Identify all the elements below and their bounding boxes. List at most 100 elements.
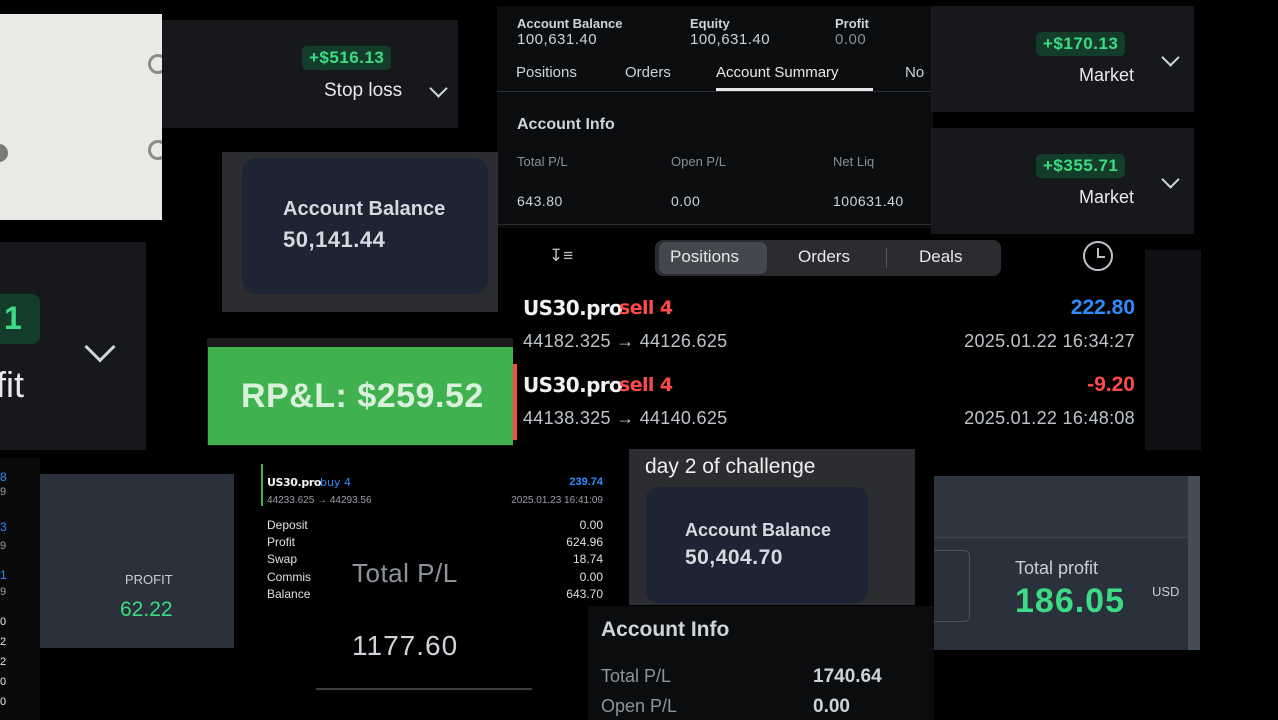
account-info-2-total-label: Total P/L [601, 666, 672, 686]
rpl-banner-text: RP&L: $259.52 [241, 377, 484, 415]
market-1-amount-badge: +$170.13 [1036, 32, 1126, 56]
history-row-label: Balance [267, 587, 311, 601]
balance-card-1-frame: Account Balance 50,141.44 [222, 152, 498, 312]
history-row-value: 0.00 [579, 570, 603, 584]
market-card-1[interactable]: +$170.13 Market [931, 6, 1194, 112]
section-title: Account Info [517, 116, 615, 133]
trade-time: 2025.01.22 16:48:08 [964, 408, 1135, 428]
total-profit-card: Total profit 186.05 USD [934, 476, 1200, 650]
trade-row[interactable]: US30.pro sell 4 44138.325 → 44140.625 -9… [513, 364, 1145, 440]
balance-card-1-value: 50,141.44 [283, 227, 386, 252]
account-info-2-total-value: 1740.64 [813, 666, 882, 687]
total-profit-input-frame [934, 550, 970, 622]
trade-side: sell 4 [619, 374, 673, 396]
chevron-down-icon[interactable] [429, 79, 448, 98]
history-row-label: Swap [267, 552, 298, 566]
stoploss-amount: +$516.13 [302, 46, 392, 70]
challenge-caption: day 2 of challenge [645, 455, 816, 478]
total-profit-label: Total profit [1015, 558, 1099, 578]
stoploss-amount-badge: +$516.13 [302, 46, 392, 70]
chevron-down-icon[interactable] [1161, 170, 1180, 189]
total-pl-label: Total P/L [517, 154, 568, 169]
profit-fragment: 1 fit [0, 242, 146, 450]
challenge-balance-value: 50,404.70 [685, 546, 783, 569]
strip-digit: 9 [0, 586, 7, 598]
tab-account-summary[interactable]: Account Summary [716, 64, 839, 81]
equity-value: 100,631.40 [690, 31, 771, 48]
strip-digit: 0 [0, 616, 7, 628]
balance-value: 100,631.40 [517, 31, 598, 48]
trade-profit: 222.80 [1070, 296, 1135, 319]
history-row-label: Profit [267, 535, 296, 549]
profit-small-label: PROFIT [125, 572, 173, 587]
tab-positions[interactable]: Positions [670, 247, 739, 267]
market-card-2[interactable]: +$355.71 Market [931, 128, 1194, 234]
trade-symbol: US30.pro [523, 373, 623, 397]
photo-mark [148, 140, 162, 160]
account-info-2-title: Account Info [601, 618, 730, 641]
profit-label: Profit [835, 16, 869, 31]
trade-prices: 44182.325 → 44126.625 [523, 331, 728, 351]
tab-notes[interactable]: No [905, 64, 924, 81]
total-pl-large-label: Total P/L [352, 558, 458, 588]
challenge-balance-label: Account Balance [685, 520, 832, 540]
trade-row[interactable]: US30.pro sell 4 44182.325 → 44126.625 22… [513, 290, 1145, 360]
market-2-label: Market [1079, 187, 1135, 207]
profit-fragment-badge-text: 1 [4, 300, 22, 336]
rpl-banner: RP&L: $259.52 [208, 347, 513, 445]
clock-icon[interactable] [1083, 241, 1113, 271]
strip-digit: 3 [0, 520, 7, 534]
tabs-divider [497, 91, 933, 92]
trade-prices: 44138.325 → 44140.625 [523, 408, 728, 428]
left-number-strip: 8 9 3 9 1 9 0 2 2 0 0 [0, 458, 40, 720]
photo-mark [0, 144, 8, 162]
account-info-2-open-label: Open P/L [601, 696, 678, 716]
history-row-value: 624.96 [566, 535, 603, 549]
history-profit: 239.74 [569, 476, 603, 488]
account-summary-panel: Account Balance 100,631.40 Equity 100,63… [497, 6, 933, 228]
market-1-label: Market [1079, 65, 1135, 85]
strip-digit: 9 [0, 540, 7, 552]
market-2-amount: +$355.71 [1036, 154, 1126, 178]
strip-digit: 1 [0, 568, 7, 582]
total-profit-scrollbar[interactable] [1188, 476, 1200, 650]
open-pl-label: Open P/L [671, 154, 726, 169]
strip-digit: 2 [0, 656, 7, 668]
balance-label: Account Balance [517, 16, 623, 31]
mt5-positions-panel: ↧≡ Positions Orders Deals US30.pro sell … [513, 238, 1145, 444]
trade-profit: -9.20 [1087, 373, 1135, 396]
market-2-amount-badge: +$355.71 [1036, 154, 1126, 178]
history-prices: 44233.625 → 44293.56 [267, 495, 372, 506]
history-symbol: US30.pro [267, 476, 321, 489]
side-strip [1145, 250, 1201, 450]
balance-card-1-label: Account Balance [283, 198, 446, 220]
history-row-label: Deposit [267, 518, 308, 532]
strip-digit: 8 [0, 470, 7, 484]
total-pl-divider [316, 688, 532, 690]
history-row-value: 0.00 [579, 518, 603, 532]
equity-label: Equity [690, 16, 730, 31]
photo-fragment [0, 14, 162, 220]
strip-digit: 0 [0, 696, 7, 708]
rpl-banner-frame: RP&L: $259.52 [207, 338, 513, 446]
trade-time: 2025.01.22 16:34:27 [964, 331, 1135, 351]
market-1-amount: +$170.13 [1036, 32, 1126, 56]
tab-separator [886, 248, 887, 268]
challenge-balance-card: Account Balance 50,404.70 [646, 487, 868, 603]
profit-value: 0.00 [835, 31, 867, 48]
tab-orders[interactable]: Orders [798, 247, 850, 267]
net-liq-value: 100631.40 [833, 193, 904, 209]
chevron-down-icon[interactable] [84, 331, 116, 363]
chevron-down-icon[interactable] [1161, 48, 1180, 67]
sort-icon[interactable]: ↧≡ [549, 246, 573, 266]
stoploss-card[interactable]: +$516.13 Stop loss [162, 20, 458, 128]
tab-deals[interactable]: Deals [919, 247, 962, 267]
tab-positions[interactable]: Positions [516, 64, 577, 81]
clock-hand [1097, 256, 1105, 258]
total-profit-value: 186.05 [1015, 582, 1125, 620]
trade-symbol: US30.pro [523, 296, 623, 320]
mt5-history-panel: US30.pro buy 4 239.74 44233.625 → 44293.… [258, 460, 610, 710]
tab-orders[interactable]: Orders [625, 64, 671, 81]
profit-small-value: 62.22 [120, 598, 173, 621]
strip-digit: 9 [0, 486, 7, 498]
